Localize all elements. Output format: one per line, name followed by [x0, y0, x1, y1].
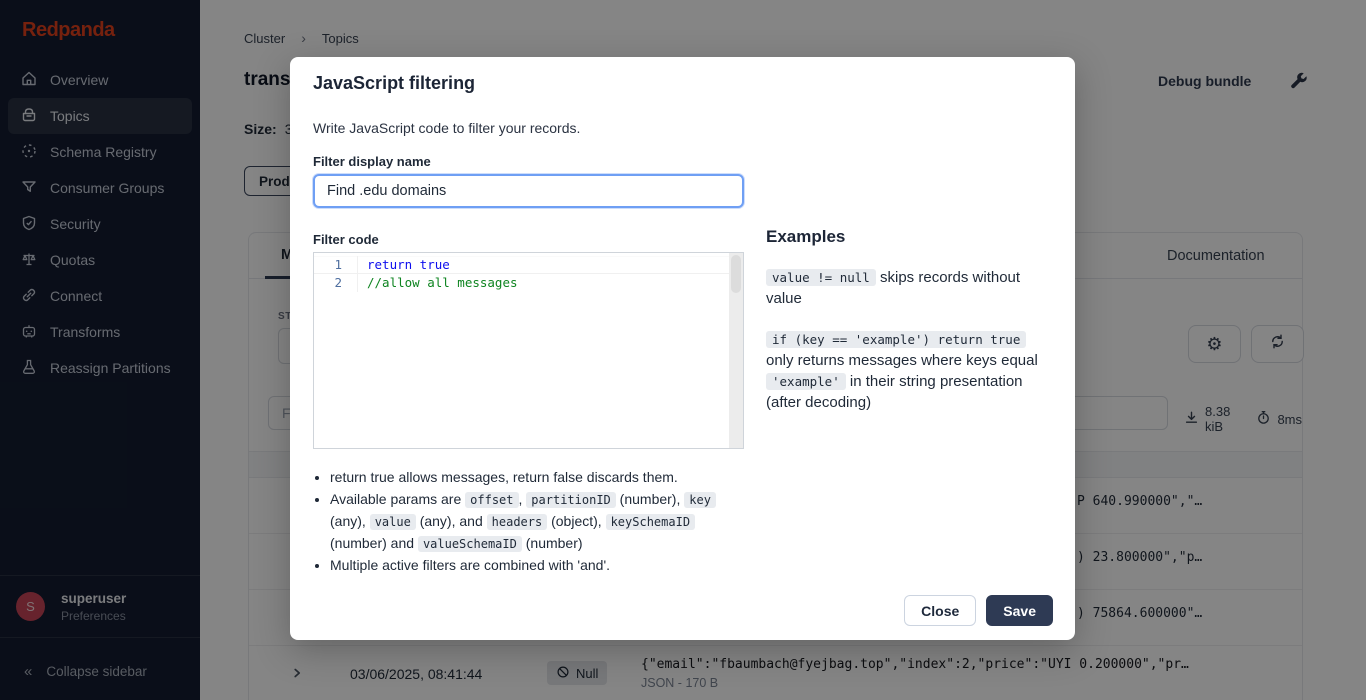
param-chip: valueSchemaID — [418, 536, 522, 552]
javascript-filtering-modal: JavaScript filtering Write JavaScript co… — [290, 57, 1075, 640]
example-text: only returns messages where keys equal — [766, 352, 1038, 369]
code-text: //allow all messages — [358, 274, 518, 292]
modal-footer: Close Save — [904, 595, 1053, 626]
example-2: if (key == 'example') return true only r… — [766, 329, 1058, 413]
note-item: Available params are offset, partitionID… — [330, 489, 737, 555]
line-number: 2 — [314, 274, 358, 292]
param-chip: headers — [487, 514, 548, 530]
param-chip: key — [684, 492, 716, 508]
close-button[interactable]: Close — [904, 595, 976, 626]
note-item: Multiple active filters are combined wit… — [330, 555, 737, 576]
line-number: 1 — [314, 256, 358, 274]
filter-display-name-label: Filter display name — [313, 154, 431, 169]
modal-title: JavaScript filtering — [313, 73, 475, 94]
code-editor[interactable]: 1 return true 2 //allow all messages — [313, 252, 744, 449]
example-1: value != null skips records without valu… — [766, 267, 1058, 309]
filter-display-name-input[interactable] — [313, 174, 744, 208]
example-code-chip: 'example' — [766, 373, 846, 390]
param-chip: keySchemaID — [606, 514, 695, 530]
example-code-chip: value != null — [766, 269, 876, 286]
param-chip: value — [370, 514, 416, 530]
param-chip: partitionID — [526, 492, 615, 508]
editor-scrollbar[interactable] — [729, 253, 743, 448]
modal-description: Write JavaScript code to filter your rec… — [313, 120, 580, 136]
screen: Redpanda Overview Topics Schema Registry… — [0, 0, 1366, 700]
filter-notes: return true allows messages, return fals… — [313, 467, 737, 577]
code-line: 2 //allow all messages — [314, 274, 743, 292]
param-chip: offset — [465, 492, 518, 508]
filter-code-label: Filter code — [313, 232, 379, 247]
examples-panel: Examples value != null skips records wit… — [766, 227, 1058, 413]
code-text: return true — [358, 256, 450, 274]
examples-heading: Examples — [766, 227, 1058, 247]
example-code-chip: if (key == 'example') return true — [766, 331, 1026, 348]
note-item: return true allows messages, return fals… — [330, 467, 737, 488]
save-button[interactable]: Save — [986, 595, 1053, 626]
code-line: 1 return true — [314, 256, 743, 274]
